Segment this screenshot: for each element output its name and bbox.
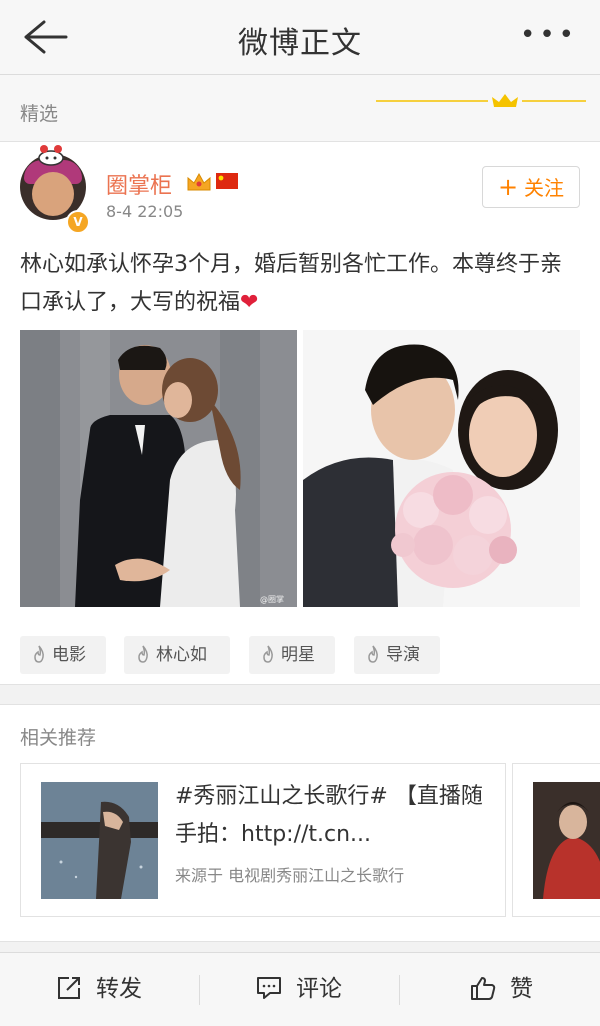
weibo-post: V 圈掌柜 8-4 22:05 + 关注 林心如承认怀孕3个月，婚后暂别各忙工作。… [0, 142, 600, 685]
post-time: 8-4 22:05 [106, 202, 184, 221]
mascot-icon [38, 145, 64, 166]
fire-icon [368, 645, 378, 663]
verified-badge-icon: V [66, 210, 90, 234]
username[interactable]: 圈掌柜 [106, 168, 172, 200]
tag-item[interactable]: 明星 [249, 636, 335, 674]
tag-item[interactable]: 林心如 [124, 636, 230, 674]
featured-label: 精选 [20, 103, 59, 125]
tag-item[interactable]: 导演 [354, 636, 440, 674]
recommendation-title: #秀丽江山之长歌行# 【直播随手拍：http://t.cn... [175, 784, 483, 847]
more-options-icon[interactable]: ••• [520, 22, 578, 48]
post-photo-kiss[interactable]: @圈掌 [20, 330, 297, 607]
thumbs-up-icon [471, 976, 496, 1000]
like-button[interactable]: 赞 [470, 953, 533, 1026]
comment-button[interactable]: 评论 [256, 953, 342, 1026]
crown-member-icon [187, 172, 211, 191]
page-title: 微博正文 [238, 26, 362, 61]
repost-icon [58, 976, 80, 999]
follow-button[interactable]: + 关注 [482, 166, 580, 208]
fire-icon [263, 645, 273, 663]
crown-divider-icon [376, 94, 586, 107]
recommendation-thumbnail [533, 782, 600, 899]
fire-icon [34, 645, 44, 663]
fire-icon [138, 645, 148, 663]
recommendation-source: 来源于 电视剧秀丽江山之长歌行 [175, 866, 405, 885]
photo-watermark: @圈掌 [260, 594, 284, 604]
china-flag-icon [216, 173, 238, 189]
related-label: 相关推荐 [20, 727, 97, 749]
plus-icon: + [497, 173, 519, 201]
post-photo-bouquet[interactable] [303, 330, 580, 607]
user-badges [186, 170, 240, 198]
tag-item[interactable]: 电影 [20, 636, 106, 674]
repost-button[interactable]: 转发 [56, 953, 142, 1026]
post-text: 林心如承认怀孕3个月，婚后暂别各忙工作。本尊终于亲口承认了，大写的祝福❤ [20, 252, 562, 315]
recommendation-thumbnail [41, 782, 158, 899]
bottom-action-bar: 转发 评论 赞 [0, 952, 600, 1026]
recommendation-card-next[interactable] [512, 763, 600, 917]
recommendation-card[interactable]: #秀丽江山之长歌行# 【直播随手拍：http://t.cn... 来源于 电视剧… [20, 763, 506, 917]
featured-section-header: 精选 [0, 75, 600, 142]
related-recommendations: 相关推荐 #秀丽江山之长歌行# 【直播随手拍：http://t.cn... 来源… [0, 704, 600, 942]
heart-icon: ❤ [240, 290, 259, 315]
top-bar: 微博正文 ••• [0, 0, 600, 75]
comment-icon [257, 976, 281, 999]
